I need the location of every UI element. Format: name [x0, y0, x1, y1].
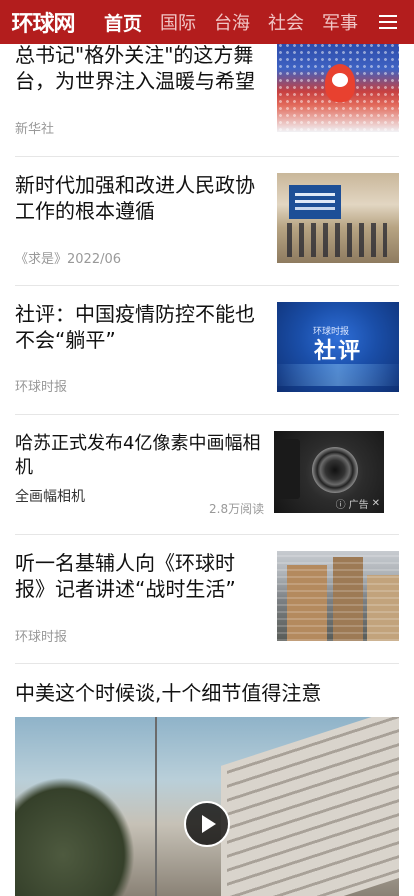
news-title[interactable]: 社评：中国疫情防控不能也不会“躺平” [15, 301, 260, 353]
channel-tabs: 首页 国际 台海 社会 军事 [86, 0, 358, 44]
top-nav-bar: 环球网 首页 国际 台海 社会 军事 [0, 0, 414, 44]
news-thumbnail[interactable] [277, 551, 399, 641]
news-title[interactable]: 总书记"格外关注"的这方舞台，为世界注入温暖与希望 [15, 42, 260, 94]
divider [15, 414, 399, 415]
news-thumbnail[interactable]: 环球时报 社评 [277, 302, 399, 392]
divider [15, 663, 399, 664]
ad-label: 广告 [348, 500, 369, 511]
news-source: 环球时报 [15, 380, 68, 395]
video-player[interactable] [15, 717, 399, 896]
news-thumbnail[interactable] [277, 173, 399, 263]
news-thumbnail[interactable] [277, 42, 399, 132]
play-icon[interactable] [184, 801, 230, 847]
read-count: 2.8万阅读 [209, 502, 265, 516]
site-logo[interactable]: 环球网 [0, 0, 86, 44]
ad-item[interactable]: 哈苏正式发布4亿像素中画幅相机 全画幅相机 2.8万阅读 ⓘ 广告 ✕ [15, 430, 399, 520]
hamburger-menu-icon[interactable] [374, 8, 402, 36]
editorial-label: 社评 [313, 339, 362, 364]
news-source: 《求是》2022/06 [15, 252, 122, 267]
news-item[interactable]: 社评：中国疫情防控不能也不会“躺平” 环球时报 环球时报 社评 [15, 301, 399, 401]
news-source: 环球时报 [15, 630, 68, 645]
ad-tag: ⓘ 广告 ✕ [336, 496, 380, 511]
info-icon: ⓘ [335, 500, 346, 511]
divider [15, 156, 399, 157]
news-title[interactable]: 中美这个时候谈,十个细节值得注意 [15, 680, 399, 706]
tab-society[interactable]: 社会 [268, 9, 304, 35]
tab-taiwan-strait[interactable]: 台海 [214, 9, 250, 35]
divider [15, 534, 399, 535]
close-icon[interactable]: ✕ [372, 498, 380, 509]
divider [15, 285, 399, 286]
news-item[interactable]: 总书记"格外关注"的这方舞台，为世界注入温暖与希望 新华社 [15, 40, 399, 137]
tab-military[interactable]: 军事 [322, 9, 358, 35]
news-item[interactable]: 听一名基辅人向《环球时报》记者讲述“战时生活” 环球时报 [15, 550, 399, 650]
ad-thumbnail[interactable]: ⓘ 广告 ✕ [274, 431, 384, 513]
news-title[interactable]: 听一名基辅人向《环球时报》记者讲述“战时生活” [15, 550, 260, 602]
ad-subtitle: 全画幅相机 [15, 489, 85, 505]
news-title[interactable]: 新时代加强和改进人民政协工作的根本遵循 [15, 172, 260, 224]
tab-international[interactable]: 国际 [160, 9, 196, 35]
ad-title[interactable]: 哈苏正式发布4亿像素中画幅相机 [15, 432, 265, 480]
news-source: 新华社 [15, 122, 55, 137]
video-news-item[interactable]: 中美这个时候谈,十个细节值得注意 [15, 680, 399, 710]
news-item[interactable]: 新时代加强和改进人民政协工作的根本遵循 《求是》2022/06 [15, 172, 399, 272]
tab-home[interactable]: 首页 [104, 9, 142, 36]
